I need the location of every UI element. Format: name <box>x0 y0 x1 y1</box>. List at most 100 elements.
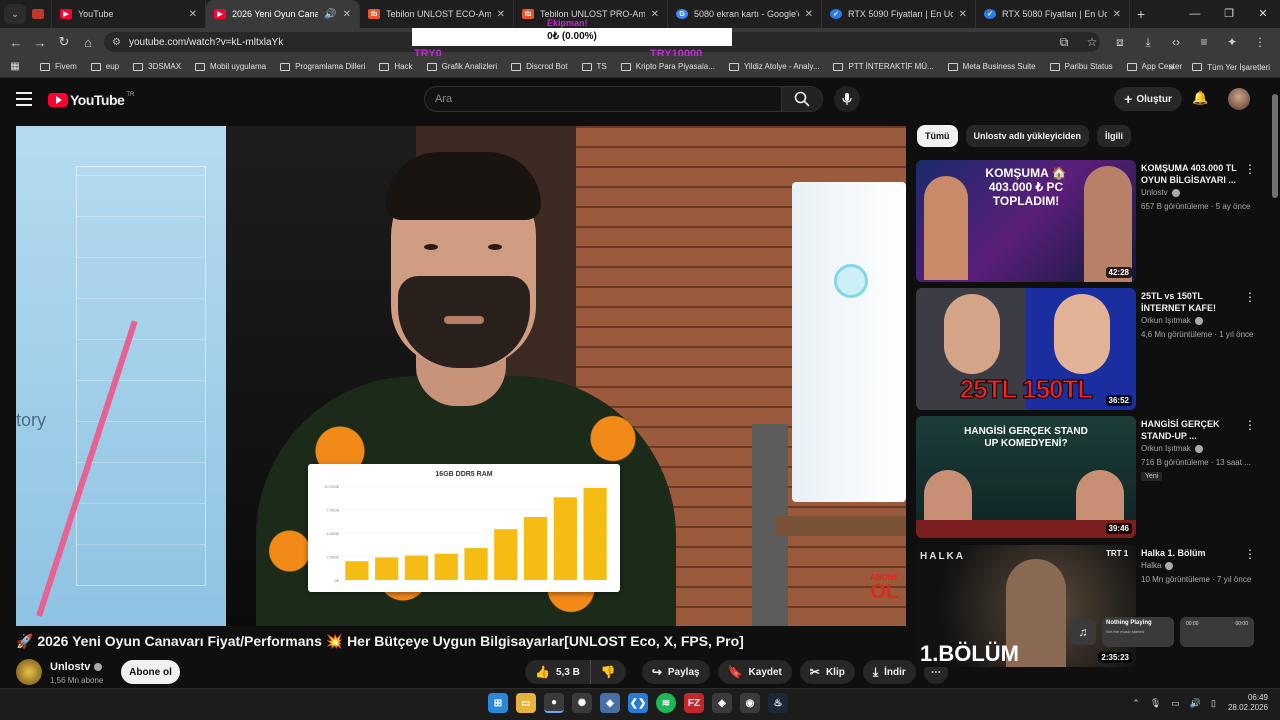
rec-menu-icon[interactable]: ⋮ <box>1244 290 1256 304</box>
video-player[interactable]: tory 16GB DDR5 RAM 10.000₺ 7.500₺ 5.000₺ 2.5… <box>16 126 906 626</box>
youtube-logo[interactable]: YouTube TR <box>48 92 134 108</box>
chrome-icon[interactable]: ● <box>544 693 564 713</box>
video-thumbnail[interactable]: 25TL 150TL 36:52 <box>916 288 1136 410</box>
rec-title[interactable]: Halka 1. Bölüm <box>1141 547 1241 559</box>
home-icon[interactable]: ⌂ <box>76 35 100 50</box>
rec-channel[interactable]: Orkun Işıtmak <box>1141 316 1203 325</box>
apps-grid-icon[interactable]: ▦ <box>4 61 26 72</box>
page-scrollbar[interactable] <box>1272 94 1278 198</box>
channel-name-row[interactable]: Unlostv <box>50 661 103 673</box>
minimize-icon[interactable]: — <box>1178 0 1212 28</box>
app-icon[interactable]: ◉ <box>740 693 760 713</box>
bookmark-item[interactable]: Grafik Analizleri <box>426 62 497 71</box>
recommended-video[interactable]: KOMŞUMA 🏠 403.000 ₺ PC TOPLADIM! 42:28 K… <box>916 160 1256 282</box>
close-tab-icon[interactable]: ✕ <box>343 9 351 20</box>
tab-rtx-5090[interactable]: ✓ RTX 5090 Fiyatları | En Ucuzu ✕ <box>822 0 976 28</box>
mute-tab-icon[interactable]: 🔊 <box>324 9 336 20</box>
close-tab-icon[interactable]: ✕ <box>189 9 197 20</box>
bookmark-item[interactable]: Kripto Para Piyasala... <box>620 62 715 71</box>
voice-search-button[interactable] <box>834 86 860 112</box>
bookmark-item[interactable]: eup <box>90 62 119 71</box>
bookmark-item[interactable]: 3DSMAX <box>133 62 181 71</box>
close-tab-icon[interactable]: ✕ <box>805 9 813 20</box>
close-tab-icon[interactable]: ✕ <box>497 9 505 20</box>
close-window-icon[interactable]: ✕ <box>1246 0 1280 28</box>
bookmark-item[interactable]: TS <box>581 62 607 71</box>
tab-google-search[interactable]: G 5080 ekran kartı - Google'da A ✕ <box>668 0 822 28</box>
install-app-icon[interactable]: ⧉ <box>1050 35 1078 50</box>
bookmark-item[interactable]: Fivem <box>40 62 77 71</box>
dislike-button[interactable]: 👎 <box>590 660 626 684</box>
notifications-bell-icon[interactable]: 🔔 <box>1192 90 1208 106</box>
rec-channel[interactable]: Orkun Işıtmak <box>1141 444 1203 453</box>
rec-channel[interactable]: Unlostv <box>1141 188 1180 197</box>
new-tab-button[interactable]: + <box>1130 6 1152 22</box>
clip-button[interactable]: ✂ Klip <box>799 660 855 684</box>
recommended-video[interactable]: HALKA TRT 1 1.BÖLÜM 2:35:23 Halka 1. Böl… <box>916 545 1256 667</box>
download-icon[interactable]: ⤓ <box>1134 35 1162 50</box>
download-button[interactable]: ⤓ İndir <box>862 660 916 684</box>
guide-menu-icon[interactable] <box>16 92 32 106</box>
file-explorer-icon[interactable]: ▭ <box>516 693 536 713</box>
rec-title[interactable]: HANGİSİ GERÇEK STAND-UP ... <box>1141 418 1241 442</box>
all-bookmarks-folder[interactable]: Tüm Yer İşaretleri <box>1192 63 1270 72</box>
tray-volume-icon[interactable]: 🔊 <box>1190 698 1201 709</box>
bookmark-item[interactable]: PTT İNTERAKTİF MÜ... <box>833 62 934 71</box>
tab-youtube[interactable]: ▶ YouTube ✕ <box>52 0 206 28</box>
chip-all[interactable]: Tümü <box>917 125 958 147</box>
app-icon[interactable]: ◆ <box>600 693 620 713</box>
bookmark-item[interactable]: Yildiz Atolye - Analy... <box>728 62 819 71</box>
rec-title[interactable]: KOMŞUMA 403.000 TL OYUN BİLGİSAYARI ... <box>1141 162 1241 186</box>
bookmark-item[interactable]: Discrod Bot <box>511 62 568 71</box>
bookmark-item[interactable]: Meta Business Suite <box>947 62 1036 71</box>
tray-mic-icon[interactable]: 🎙 <box>1150 698 1161 709</box>
subscribe-button[interactable]: Abone ol <box>121 660 180 684</box>
create-button[interactable]: + Oluştur <box>1114 87 1182 111</box>
maximize-icon[interactable]: ❐ <box>1212 0 1246 28</box>
close-tab-icon[interactable]: ✕ <box>1113 9 1121 20</box>
tab-active-video[interactable]: ▶ 2026 Yeni Oyun Canava 🔊 ✕ <box>206 0 360 28</box>
bookmark-star-icon[interactable]: ☆ <box>1078 35 1106 49</box>
account-avatar[interactable] <box>1228 88 1250 110</box>
chatgpt-icon[interactable]: ✺ <box>572 693 592 713</box>
back-icon[interactable]: ← <box>4 35 28 50</box>
video-thumbnail[interactable]: HANGİSİ GERÇEK STAND UP KOMEDYENİ? 39:46 <box>916 416 1136 538</box>
app-icon[interactable]: ◈ <box>712 693 732 713</box>
video-thumbnail[interactable]: KOMŞUMA 🏠 403.000 ₺ PC TOPLADIM! 42:28 <box>916 160 1136 282</box>
tray-network-icon[interactable]: ▭ <box>1171 698 1180 709</box>
bookmark-item[interactable]: Programlama Dilleri <box>280 62 365 71</box>
recommended-video[interactable]: 25TL 150TL 36:52 25TL vs 150TL İNTERNET … <box>916 288 1256 410</box>
video-thumbnail[interactable]: HALKA TRT 1 1.BÖLÜM 2:35:23 <box>916 545 1136 667</box>
rec-menu-icon[interactable]: ⋮ <box>1244 162 1256 176</box>
tray-overflow-icon[interactable]: ⌃ <box>1132 698 1140 709</box>
reload-icon[interactable]: ↻ <box>52 34 76 50</box>
reading-list-icon[interactable]: ≡ <box>1190 35 1218 49</box>
vscode-icon[interactable]: ❮❯ <box>628 693 648 713</box>
extensions-icon[interactable]: ⧈ <box>1106 35 1134 50</box>
site-info-icon[interactable]: ⚙ <box>112 37 121 48</box>
devtools-icon[interactable]: ‹› <box>1162 35 1190 49</box>
close-tab-icon[interactable]: ✕ <box>959 9 967 20</box>
filezilla-icon[interactable]: FZ <box>684 693 704 713</box>
tab-tebilon-pro[interactable]: tb Tebilon UNLOST PRO-Amd Ry ✕ <box>514 0 668 28</box>
chip-related[interactable]: İlgili <box>1097 125 1132 147</box>
spotify-icon[interactable]: ≋ <box>656 693 676 713</box>
close-tab-icon[interactable]: ✕ <box>651 9 659 20</box>
bookmarks-overflow-icon[interactable]: » <box>1169 62 1175 73</box>
clock[interactable]: 06:49 28.02.2026 <box>1228 693 1268 713</box>
tray-battery-icon[interactable]: ▯ <box>1211 698 1216 709</box>
forward-icon[interactable]: → <box>28 35 52 50</box>
like-button[interactable]: 👍 5,3 B <box>525 660 591 684</box>
menu-icon[interactable]: ⋮ <box>1246 35 1274 49</box>
recommended-video[interactable]: HANGİSİ GERÇEK STAND UP KOMEDYENİ? 39:46… <box>916 416 1256 538</box>
share-button[interactable]: ↪ Paylaş <box>641 660 710 684</box>
rec-menu-icon[interactable]: ⋮ <box>1244 547 1256 561</box>
bookmark-item[interactable]: Paribu Status <box>1049 62 1113 71</box>
tab-tebilon-eco[interactable]: tb Tebilon UNLOST ECO-Amd Ry ✕ <box>360 0 514 28</box>
rec-menu-icon[interactable]: ⋮ <box>1244 418 1256 432</box>
rec-channel[interactable]: Halka <box>1141 561 1174 570</box>
tab-pinned[interactable] <box>26 0 52 28</box>
channel-avatar[interactable] <box>16 659 42 685</box>
tab-search-button[interactable]: ⌄ <box>4 4 26 24</box>
chip-from-uploader[interactable]: Unlostv adlı yükleyiciden <box>965 125 1090 147</box>
